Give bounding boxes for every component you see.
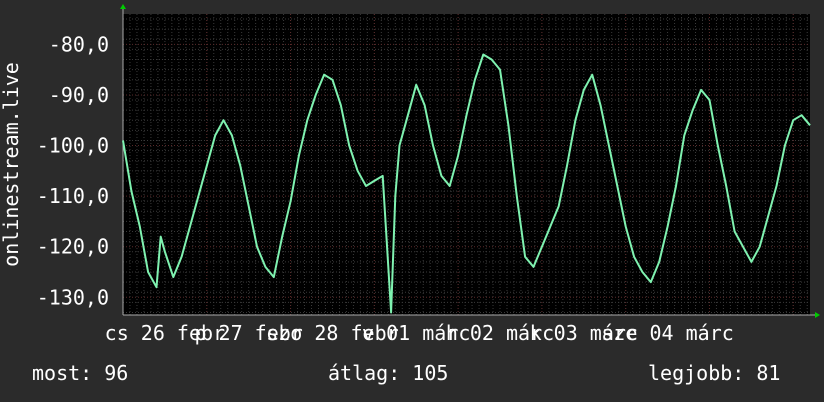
y-tick-label: -130,0 xyxy=(37,285,109,309)
stat-current: most: 96 xyxy=(32,361,129,385)
y-tick-label: -120,0 xyxy=(37,235,109,259)
y-tick-label: -110,0 xyxy=(37,184,109,208)
plot-area xyxy=(123,14,810,315)
x-axis-arrow xyxy=(815,312,820,318)
y-axis-label: onlinestream.live xyxy=(0,62,23,267)
line-chart: -80,0-90,0-100,0-110,0-120,0-130,0cs 26 … xyxy=(0,4,820,345)
stat-average: átlag: 105 xyxy=(328,361,449,385)
y-tick-label: -80,0 xyxy=(49,32,109,56)
y-tick-label: -90,0 xyxy=(49,83,109,107)
x-tick-label: sze 04 márc xyxy=(601,321,733,345)
y-tick-label: -100,0 xyxy=(37,134,109,158)
y-axis-arrow xyxy=(120,4,126,9)
chart-panel: -80,0 -90,0 -100,0 -110,0 -120,0 -130,0 cs 26 … xyxy=(0,0,824,402)
stat-best: legjobb: 81 xyxy=(648,361,781,385)
